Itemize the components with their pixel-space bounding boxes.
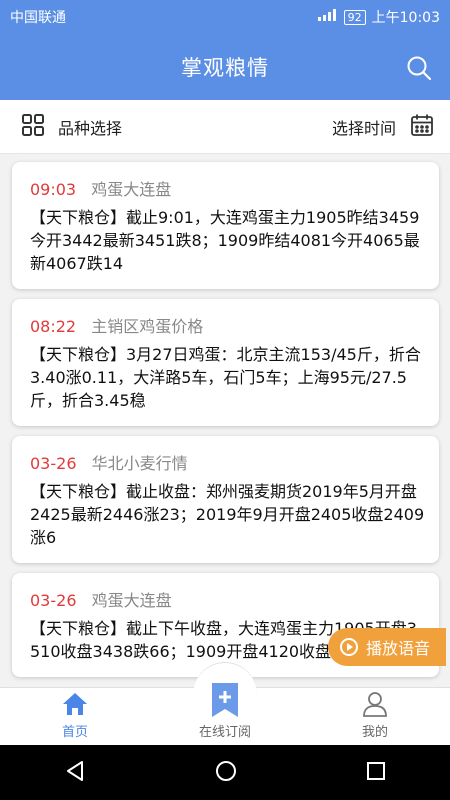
news-time: 03-26: [30, 591, 77, 610]
tab-home[interactable]: 首页: [0, 688, 150, 746]
news-content: 【天下粮仓】截止收盘：郑州强麦期货2019年5月开盘2425最新2446涨23；…: [30, 482, 425, 547]
time-select-label: 选择时间: [331, 118, 396, 138]
news-content: 【天下粮仓】3月27日鸡蛋：北京主流153/45斤，折合3.40涨0.11，大洋…: [30, 345, 421, 410]
news-time: 08:22: [30, 317, 77, 336]
search-icon[interactable]: [406, 55, 432, 81]
news-category: 鸡蛋大连盘: [91, 180, 172, 199]
filter-bar: 品种选择 选择时间: [0, 100, 450, 154]
tab-profile-label: 我的: [361, 725, 388, 740]
news-category: 主销区鸡蛋价格: [91, 317, 204, 336]
play-voice-label: 播放语音: [366, 639, 431, 658]
news-category: 华北小麦行情: [91, 454, 188, 473]
play-icon: [340, 638, 358, 656]
user-icon: [362, 691, 388, 721]
tab-subscribe[interactable]: 在线订阅: [150, 662, 300, 746]
calendar-icon: [410, 113, 434, 141]
news-card-head: 03-26 华北小麦行情: [30, 450, 425, 474]
tab-profile[interactable]: 我的: [300, 688, 450, 746]
signal-icon: [316, 9, 338, 25]
time-select-button[interactable]: 选择时间: [332, 113, 434, 141]
status-bar: 中国联通 92 上午10:03: [0, 0, 450, 34]
news-content: 【天下粮仓】截止9:01，大连鸡蛋主力1905昨结3459今开3442最新345…: [30, 208, 420, 273]
bookmark-add-icon: [210, 683, 240, 721]
news-card-head: 08:22 主销区鸡蛋价格: [30, 313, 425, 337]
tab-home-label: 首页: [61, 725, 88, 740]
recents-icon[interactable]: [366, 761, 386, 785]
bottom-tab-bar: 首页 在线订阅 我的: [0, 662, 450, 746]
variety-select-label: 品种选择: [58, 118, 123, 138]
news-card[interactable]: 08:22 主销区鸡蛋价格 【天下粮仓】3月27日鸡蛋：北京主流153/45斤，…: [12, 299, 439, 426]
play-voice-button[interactable]: 播放语音: [328, 628, 446, 666]
status-time: 上午10:03: [371, 10, 440, 26]
battery-level: 92: [343, 9, 366, 25]
news-time: 09:03: [30, 180, 77, 199]
page-title: 掌观粮情: [181, 56, 269, 80]
news-list[interactable]: 09:03 鸡蛋大连盘 【天下粮仓】截止9:01，大连鸡蛋主力1905昨结345…: [0, 155, 450, 687]
news-card[interactable]: 09:03 鸡蛋大连盘 【天下粮仓】截止9:01，大连鸡蛋主力1905昨结345…: [12, 162, 439, 289]
news-card-head: 03-26 鸡蛋大连盘: [30, 587, 425, 611]
system-nav-bar: [0, 745, 450, 800]
news-time: 03-26: [30, 454, 77, 473]
news-category: 鸡蛋大连盘: [91, 591, 172, 610]
tab-subscribe-label: 在线订阅: [198, 725, 251, 740]
news-card-head: 09:03 鸡蛋大连盘: [30, 176, 425, 200]
app-header: 掌观粮情: [0, 34, 450, 100]
home-icon: [61, 691, 89, 721]
back-icon[interactable]: [64, 760, 86, 786]
home-nav-icon[interactable]: [215, 760, 237, 786]
variety-select-button[interactable]: 品种选择: [22, 113, 123, 140]
status-right: 92 上午10:03: [316, 7, 440, 27]
carrier-name: 中国联通: [10, 10, 66, 26]
news-card[interactable]: 03-26 华北小麦行情 【天下粮仓】截止收盘：郑州强麦期货2019年5月开盘2…: [12, 436, 439, 563]
grid-icon: [22, 113, 44, 140]
